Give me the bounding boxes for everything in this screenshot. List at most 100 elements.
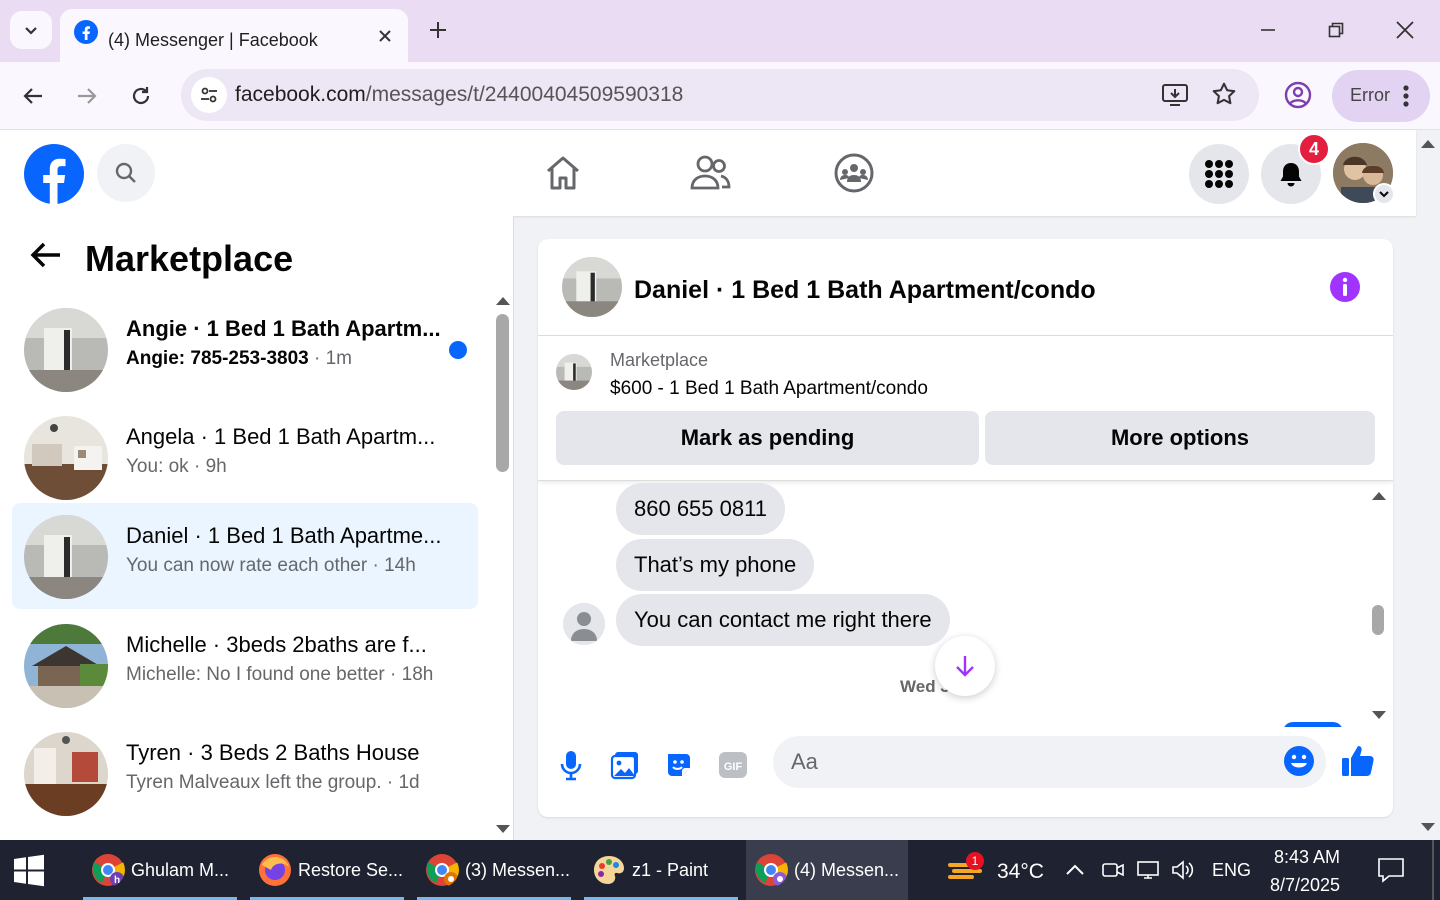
url-text: facebook.com/messages/t/2440040450959031…: [235, 83, 683, 107]
marketplace-listing-bar: Marketplace $600 - 1 Bed 1 Bath Apartmen…: [538, 336, 1393, 481]
back-arrow-icon[interactable]: [30, 241, 62, 269]
messages-scroll-down-arrow[interactable]: [1371, 710, 1387, 722]
close-window-button[interactable]: [1385, 14, 1425, 46]
voice-clip-button[interactable]: [551, 745, 591, 785]
conversation-item[interactable]: Michelle · 3beds 2baths are f... Michell…: [12, 612, 478, 718]
tab-search-button[interactable]: [10, 11, 52, 49]
mark-as-pending-button[interactable]: Mark as pending: [556, 411, 979, 465]
temperature[interactable]: 34°C: [997, 860, 1044, 884]
sidebar-scroll-down-arrow[interactable]: [495, 824, 511, 836]
new-tab-button[interactable]: [422, 14, 454, 46]
tune-icon: [201, 87, 217, 103]
sidebar-scrollbar-thumb[interactable]: [496, 314, 509, 472]
chat-avatar[interactable]: [562, 257, 622, 317]
menu-button[interactable]: [1189, 144, 1249, 204]
marketplace-sidebar: Marketplace Angie · 1 Bed 1 Bath Apartm.…: [0, 216, 514, 840]
taskbar-label: Ghulam M...: [131, 859, 230, 880]
forward-button[interactable]: [69, 78, 105, 114]
url-path: /messages/t/24400404509590318: [365, 83, 684, 106]
browser-tab-active[interactable]: (4) Messenger | Facebook: [60, 9, 408, 62]
nav-friends[interactable]: [685, 150, 735, 196]
messages-scroll-up-arrow[interactable]: [1371, 489, 1387, 501]
minimize-icon: [1261, 29, 1275, 31]
sticker-button[interactable]: [659, 745, 699, 785]
sidebar-scroll-up-arrow[interactable]: [495, 294, 511, 306]
conversation-item[interactable]: Tyren · 3 Beds 2 Baths House Tyren Malve…: [12, 720, 478, 826]
taskbar-item-paint[interactable]: z1 - Paint: [584, 840, 738, 900]
restore-button[interactable]: [1316, 14, 1356, 46]
messages-scrollbar-thumb[interactable]: [1372, 605, 1384, 635]
taskbar-item-chrome-1[interactable]: h Ghulam M...: [83, 840, 237, 900]
reload-button[interactable]: [123, 78, 159, 114]
taskbar-item-firefox[interactable]: Restore Se...: [250, 840, 404, 900]
emoji-icon[interactable]: [1283, 745, 1315, 777]
install-app-icon[interactable]: [1161, 81, 1189, 109]
account-menu-chevron[interactable]: [1373, 183, 1395, 205]
conversation-name: Angela · 1 Bed 1 Bath Apartm...: [126, 424, 436, 449]
back-button[interactable]: [15, 78, 51, 114]
show-desktop-button[interactable]: [1432, 840, 1434, 900]
nav-home[interactable]: [538, 150, 588, 196]
more-options-button[interactable]: More options: [985, 411, 1375, 465]
tray-network-button[interactable]: [1135, 857, 1161, 883]
conversation-avatar: [24, 732, 108, 816]
conversation-avatar: [24, 624, 108, 708]
chat-panel: Daniel · 1 Bed 1 Bath Apartment/condo Ma…: [538, 239, 1393, 817]
arrow-left-icon: [23, 88, 42, 104]
chevron-up-icon: [1066, 864, 1084, 875]
conversation-preview: Michelle: No I found one better · 18h: [126, 664, 433, 686]
windows-taskbar: h Ghulam M... Restore Se... (3) Messen..…: [0, 840, 1440, 900]
chat-title[interactable]: Daniel · 1 Bed 1 Bath Apartment/condo: [634, 276, 1096, 305]
page-scroll-down-arrow[interactable]: [1420, 822, 1436, 834]
arrow-right-icon: [78, 88, 97, 104]
tray-overflow-button[interactable]: [1062, 857, 1088, 883]
listing-thumbnail[interactable]: [556, 354, 592, 390]
thumbs-up-icon[interactable]: [1340, 743, 1376, 779]
profile-icon[interactable]: [1283, 80, 1313, 110]
search-button[interactable]: [97, 144, 155, 202]
gif-button[interactable]: GIF: [713, 745, 753, 785]
conversation-name: Tyren · 3 Beds 2 Baths House: [126, 740, 420, 765]
error-profile-button[interactable]: Error: [1332, 70, 1430, 122]
taskbar-label: (4) Messen...: [794, 859, 900, 880]
clock-time[interactable]: 8:43 AM: [1274, 847, 1340, 868]
message-bubble[interactable]: 860 655 0811: [616, 483, 785, 535]
message-bubble[interactable]: That’s my phone: [616, 539, 815, 591]
facebook-logo-icon[interactable]: [24, 144, 84, 204]
site-info-button[interactable]: [191, 77, 227, 113]
sender-avatar[interactable]: [563, 603, 605, 645]
tray-meet-button[interactable]: [1100, 857, 1126, 883]
address-bar[interactable]: facebook.com/messages/t/2440040450959031…: [181, 69, 1259, 121]
message-input[interactable]: [773, 736, 1326, 788]
conversation-item[interactable]: Angela · 1 Bed 1 Bath Apartm... You: ok …: [12, 404, 478, 510]
message-list: 860 655 0811 That’s my phone You can con…: [538, 482, 1393, 727]
bell-icon: [1280, 163, 1302, 187]
tray-volume-button[interactable]: [1170, 857, 1196, 883]
clock-date[interactable]: 8/7/2025: [1270, 875, 1340, 896]
nav-groups[interactable]: [829, 150, 879, 196]
windows-start-icon[interactable]: [12, 854, 46, 888]
sticker-icon: [668, 754, 690, 776]
taskbar-label: Restore Se...: [298, 859, 404, 880]
message-bubble[interactable]: You can contact me right there: [616, 594, 950, 646]
conversation-item[interactable]: Angie · 1 Bed 1 Bath Apartm... Angie: 78…: [12, 296, 478, 402]
preview-time: · 9h: [188, 456, 227, 477]
preview-text: Tyren Malveaux left the group.: [126, 772, 382, 793]
info-icon[interactable]: [1329, 271, 1361, 303]
taskbar-item-chrome-active[interactable]: (4) Messen...: [746, 840, 908, 900]
preview-text: Michelle: No I found one better: [126, 664, 385, 685]
scroll-to-bottom-button[interactable]: [935, 636, 995, 696]
attach-photo-button[interactable]: [605, 745, 645, 785]
photo-gallery-icon: [610, 752, 638, 780]
page-scroll-up-arrow[interactable]: [1420, 137, 1436, 149]
notification-center-icon[interactable]: [1377, 857, 1405, 883]
language-indicator[interactable]: ENG: [1212, 860, 1251, 881]
bookmark-star-icon[interactable]: [1211, 81, 1237, 107]
svg-text:GIF: GIF: [724, 761, 743, 773]
listing-title[interactable]: $600 - 1 Bed 1 Bath Apartment/condo: [610, 378, 928, 400]
tab-title: (4) Messenger | Facebook: [108, 30, 318, 50]
tab-close-button[interactable]: [372, 23, 398, 49]
taskbar-item-chrome-2[interactable]: (3) Messen...: [417, 840, 571, 900]
minimize-button[interactable]: [1248, 14, 1288, 46]
conversation-item-active[interactable]: Daniel · 1 Bed 1 Bath Apartme... You can…: [12, 503, 478, 609]
